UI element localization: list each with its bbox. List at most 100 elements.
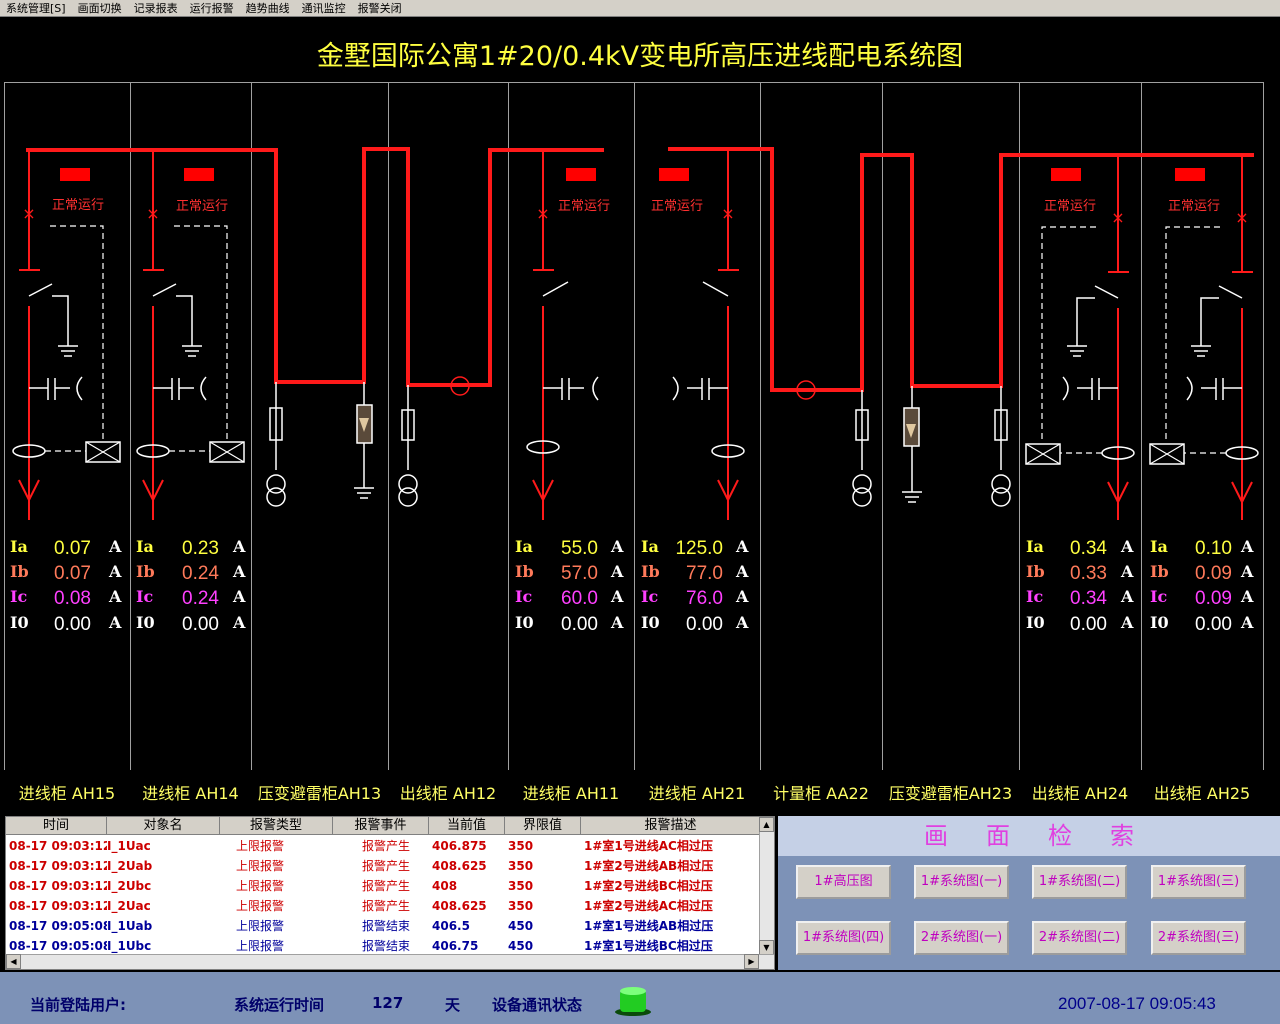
reading-unit-ah25-ib: A xyxy=(1241,562,1254,581)
menu-alarm-close[interactable]: 报警关闭 xyxy=(352,0,408,17)
nav-button-1-hv[interactable]: 1#高压图 xyxy=(796,865,891,899)
reading-label-ah24-ib: Ib xyxy=(1026,562,1045,581)
table-row[interactable]: 08-17 09:03:12. I_1Uac 上限报警 报警产生 406.875 350 1… xyxy=(6,836,761,856)
scroll-left-icon[interactable]: ◀ xyxy=(6,954,21,969)
nav-button-2-sys-1[interactable]: 2#系统图(一) xyxy=(914,921,1009,955)
reading-unit-ah15-ib: A xyxy=(109,562,122,581)
nav-button-1-sys-4[interactable]: 1#系统图(四) xyxy=(796,921,891,955)
reading-label-ah25-ib: Ib xyxy=(1150,562,1169,581)
nav-button-1-sys-3[interactable]: 1#系统图(三) xyxy=(1151,865,1246,899)
reading-value-ah14-i0: 0.00 xyxy=(182,614,219,635)
reading-label-ah25-i0: I0 xyxy=(1150,613,1169,632)
reading-unit-ah24-ic: A xyxy=(1121,587,1134,606)
table-cell: 08-17 09:05:08. xyxy=(9,919,107,933)
menu-trend-curve[interactable]: 趋势曲线 xyxy=(240,0,296,17)
col-header-limit-value[interactable]: 界限值 xyxy=(505,817,581,835)
runtime-label: 系统运行时间 xyxy=(234,996,325,1014)
reading-value-ah24-i0: 0.00 xyxy=(1070,614,1107,635)
col-header-current-value[interactable]: 当前值 xyxy=(429,817,505,835)
busbar xyxy=(26,147,1254,392)
table-cell: I_2Uab xyxy=(107,859,153,873)
reading-label-ah15-ib: Ib xyxy=(10,562,29,581)
table-cell: 上限报警 xyxy=(236,899,285,913)
table-cell: 408 xyxy=(432,879,458,893)
menu-bar: 系统管理[S] 画面切换 记录报表 运行报警 趋势曲线 通讯监控 报警关闭 xyxy=(0,0,1280,17)
table-row[interactable]: 08-17 09:05:08. I_1Uab 上限报警 报警结束 406.5 450 1#室… xyxy=(6,916,761,936)
table-cell: 1#室1号进线BC相过压 xyxy=(584,939,713,953)
reading-unit-ah21-ib: A xyxy=(736,562,749,581)
table-cell: 350 xyxy=(508,839,534,853)
table-cell: 406.875 xyxy=(432,839,487,853)
reading-label-ah11-ic: Ic xyxy=(515,587,533,606)
table-cell: 报警产生 xyxy=(362,879,411,893)
reading-value-ah15-ic: 0.08 xyxy=(54,588,91,609)
col-header-time[interactable]: 时间 xyxy=(6,817,107,835)
pt-cabinet-ah23 xyxy=(902,386,1011,507)
reading-label-ah25-ia: Ia xyxy=(1150,537,1168,556)
nav-button-1-sys-2[interactable]: 1#系统图(二) xyxy=(1032,865,1127,899)
vertical-scrollbar[interactable]: ▲ ▼ xyxy=(759,817,774,955)
reading-unit-ah21-ic: A xyxy=(736,587,749,606)
cabinet-name-ah12: 出线柜 AH12 xyxy=(399,784,497,803)
reading-label-ah25-ic: Ic xyxy=(1150,587,1168,606)
table-row[interactable]: 08-17 09:03:12. I_2Uab 上限报警 报警产生 408.625 350 1… xyxy=(6,856,761,876)
table-cell: 08-17 09:03:12. xyxy=(9,839,107,853)
reading-unit-ah11-i0: A xyxy=(611,613,624,632)
table-cell: 上限报警 xyxy=(236,879,285,893)
status-ah21: 正常运行 xyxy=(651,199,704,214)
nav-button-1-sys-1[interactable]: 1#系统图(一) xyxy=(914,865,1009,899)
pt-cabinet-ah12 xyxy=(398,385,418,507)
runtime-value: 127 xyxy=(372,994,404,1012)
table-cell: I_1Ubc xyxy=(107,939,152,953)
reading-value-ah15-ia: 0.07 xyxy=(54,538,91,559)
nav-button-2-sys-2[interactable]: 2#系统图(二) xyxy=(1032,921,1127,955)
reading-value-ah14-ib: 0.24 xyxy=(182,563,219,584)
menu-record-report[interactable]: 记录报表 xyxy=(128,0,184,17)
col-header-description[interactable]: 报警描述 xyxy=(581,817,761,835)
col-header-alarm-event[interactable]: 报警事件 xyxy=(333,817,429,835)
alarm-table[interactable]: 时间 对象名 报警类型 报警事件 当前值 界限值 报警描述 08-17 09:0… xyxy=(5,816,775,970)
nav-button-2-sys-3[interactable]: 2#系统图(三) xyxy=(1151,921,1246,955)
reading-unit-ah14-ib: A xyxy=(233,562,246,581)
reading-value-ah11-ic: 60.0 xyxy=(561,588,598,609)
menu-system-manage[interactable]: 系统管理[S] xyxy=(0,0,72,17)
reading-label-ah15-ia: Ia xyxy=(10,537,28,556)
reading-unit-ah14-i0: A xyxy=(233,613,246,632)
menu-screen-switch[interactable]: 画面切换 xyxy=(72,0,128,17)
reading-value-ah21-ic: 76.0 xyxy=(686,588,723,609)
svg-text:×: × xyxy=(721,204,734,223)
col-header-alarm-type[interactable]: 报警类型 xyxy=(220,817,333,835)
picture-search-title: 画面检索 xyxy=(778,816,1280,856)
reading-unit-ah14-ic: A xyxy=(233,587,246,606)
runtime-unit: 天 xyxy=(445,996,461,1014)
col-header-object[interactable]: 对象名 xyxy=(107,817,220,835)
table-cell: 上限报警 xyxy=(236,919,285,933)
table-row[interactable]: 08-17 09:05:08. I_1Ubc 上限报警 报警结束 406.75 450 1#… xyxy=(6,936,761,956)
menu-run-alarm[interactable]: 运行报警 xyxy=(184,0,240,17)
table-cell: 报警产生 xyxy=(362,839,411,853)
reading-label-ah14-ic: Ic xyxy=(136,587,154,606)
scroll-down-icon[interactable]: ▼ xyxy=(759,940,774,955)
reading-unit-ah24-ib: A xyxy=(1121,562,1134,581)
scroll-right-icon[interactable]: ▶ xyxy=(744,954,759,969)
reading-unit-ah14-ia: A xyxy=(233,537,246,556)
pt-cabinet-aa22 xyxy=(852,390,872,507)
current-user-label: 当前登陆用户: xyxy=(30,996,126,1014)
menu-comm-monitor[interactable]: 通讯监控 xyxy=(296,0,352,17)
scroll-up-icon[interactable]: ▲ xyxy=(759,817,774,832)
reading-value-ah24-ic: 0.34 xyxy=(1070,588,1107,609)
reading-value-ah14-ic: 0.24 xyxy=(182,588,219,609)
table-row[interactable]: 08-17 09:03:12. I_2Uac 上限报警 报警产生 408.625 350 1… xyxy=(6,896,761,916)
status-ah11: 正常运行 xyxy=(558,199,611,214)
cabinet-name-ah14: 进线柜 AH14 xyxy=(142,784,239,803)
table-cell: 350 xyxy=(508,879,534,893)
picture-search-panel: 画面检索 1#高压图 1#系统图(一) 1#系统图(二) 1#系统图(三) 1#… xyxy=(778,816,1280,970)
horizontal-scrollbar[interactable]: ◀ ▶ xyxy=(6,954,774,969)
svg-text:×: × xyxy=(536,204,549,223)
cabinet-name-ah23: 压变避雷柜AH23 xyxy=(888,784,1013,803)
table-cell: 报警结束 xyxy=(362,939,411,953)
table-cell: 450 xyxy=(508,939,534,953)
reading-value-ah21-ib: 77.0 xyxy=(686,563,723,584)
reading-label-ah11-ib: Ib xyxy=(515,562,534,581)
table-row[interactable]: 08-17 09:03:12. I_2Ubc 上限报警 报警产生 408 350 1#室2号… xyxy=(6,876,761,896)
